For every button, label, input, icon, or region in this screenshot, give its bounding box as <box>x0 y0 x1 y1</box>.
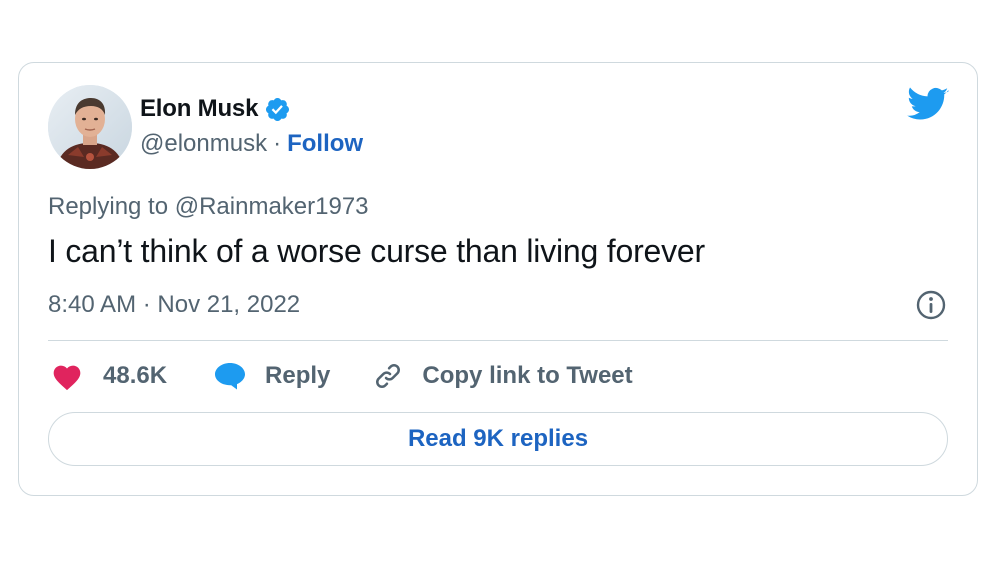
author-handle-row: @elonmusk · Follow <box>140 129 363 159</box>
separator-dot: · <box>273 130 282 157</box>
replying-to-text: Replying to @Rainmaker1973 <box>48 193 369 220</box>
reply-bubble-icon <box>213 361 247 391</box>
like-button[interactable]: 48.6K <box>51 361 167 391</box>
follow-button[interactable]: Follow <box>287 130 363 158</box>
avatar-photo-icon <box>48 85 132 169</box>
tweet-timestamp[interactable]: 8:40 AM · Nov 21, 2022 <box>48 291 300 319</box>
read-replies-button[interactable]: Read 9K replies <box>48 412 948 466</box>
heart-icon <box>51 361 83 391</box>
reply-label: Reply <box>265 362 331 389</box>
copy-link-button[interactable]: Copy link to Tweet <box>372 360 633 392</box>
action-bar: 48.6K Reply Copy link to Tweet <box>51 359 633 393</box>
tweet-card: Elon Musk @elonmusk · Follow Replying to… <box>18 62 978 496</box>
avatar[interactable] <box>48 85 132 169</box>
author-handle[interactable]: @elonmusk <box>140 130 267 158</box>
info-icon[interactable] <box>915 289 947 321</box>
author-name-row: Elon Musk <box>140 93 291 125</box>
reply-button[interactable]: Reply <box>213 361 330 391</box>
likes-count: 48.6K <box>103 362 168 389</box>
link-icon <box>372 360 404 392</box>
tweet-body: I can’t think of a worse curse than livi… <box>48 233 705 269</box>
divider <box>48 340 948 341</box>
author-display-name[interactable]: Elon Musk <box>140 95 258 123</box>
verified-badge-icon <box>264 96 291 123</box>
copy-link-label: Copy link to Tweet <box>422 362 633 389</box>
twitter-bird-icon[interactable] <box>907 87 949 123</box>
